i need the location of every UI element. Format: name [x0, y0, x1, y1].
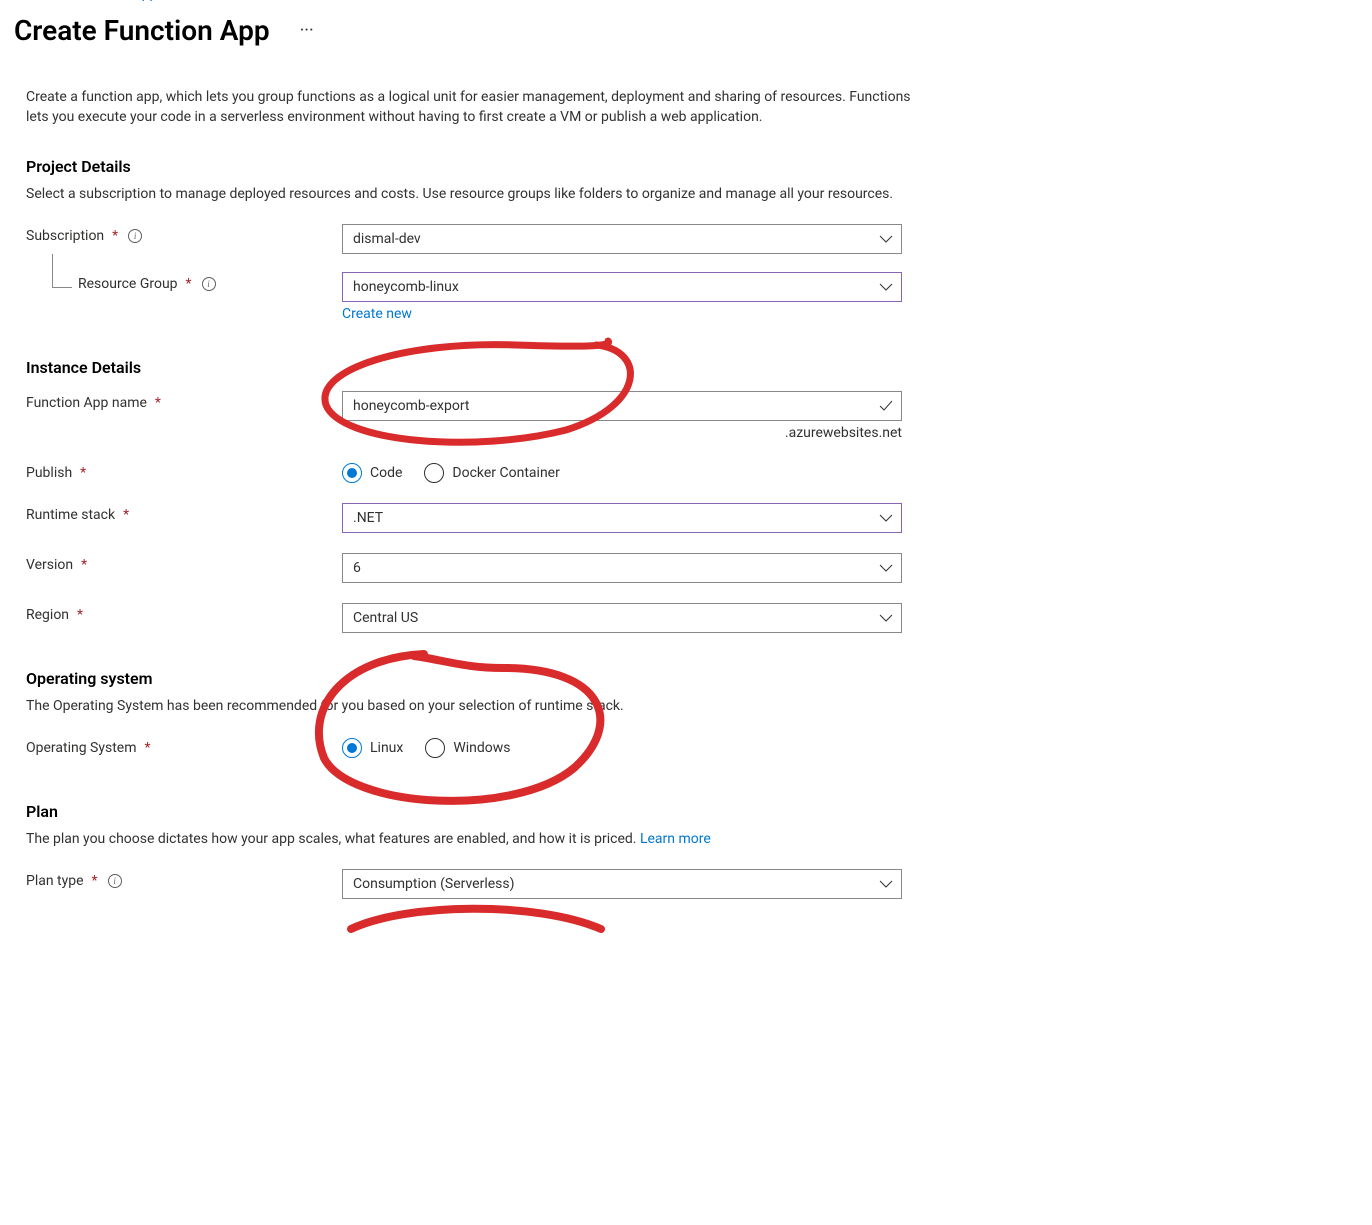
required-indicator: * — [92, 873, 98, 889]
section-project-details: Project Details — [26, 157, 914, 176]
publish-docker-label: Docker Container — [452, 465, 559, 481]
version-label: Version — [26, 557, 73, 573]
region-label: Region — [26, 607, 69, 623]
section-plan: Plan — [26, 802, 914, 821]
chevron-down-icon — [879, 611, 893, 625]
publish-radio-docker[interactable]: Docker Container — [424, 463, 559, 483]
check-icon — [879, 399, 893, 413]
runtime-stack-dropdown[interactable]: .NET — [342, 503, 902, 533]
breadcrumb-sep: > — [60, 0, 67, 2]
resource-group-dropdown[interactable]: honeycomb-linux — [342, 272, 902, 302]
required-indicator: * — [155, 395, 161, 411]
required-indicator: * — [80, 465, 86, 481]
chevron-down-icon — [879, 232, 893, 246]
learn-more-link[interactable]: Learn more — [640, 831, 711, 847]
required-indicator: * — [123, 507, 129, 523]
version-dropdown[interactable]: 6 — [342, 553, 902, 583]
page-title: Create Function App — [14, 14, 270, 47]
chevron-down-icon — [879, 280, 893, 294]
required-indicator: * — [145, 740, 151, 756]
chevron-down-icon — [879, 877, 893, 891]
function-app-name-label: Function App name — [26, 395, 147, 411]
subscription-dropdown[interactable]: dismal-dev — [342, 224, 902, 254]
annotation-circle — [326, 899, 616, 939]
function-app-name-value: honeycomb-export — [353, 398, 470, 414]
plan-type-dropdown[interactable]: Consumption (Serverless) — [342, 869, 902, 899]
region-dropdown[interactable]: Central US — [342, 603, 902, 633]
more-actions-button[interactable]: ··· — [294, 18, 320, 43]
domain-suffix: .azurewebsites.net — [342, 425, 902, 441]
intro-text: Create a function app, which lets you gr… — [26, 87, 914, 127]
runtime-stack-value: .NET — [353, 510, 383, 526]
chevron-down-icon — [879, 561, 893, 575]
required-indicator: * — [81, 557, 87, 573]
resource-group-value: honeycomb-linux — [353, 279, 459, 295]
create-new-link[interactable]: Create new — [342, 306, 412, 322]
tree-connector — [52, 254, 72, 288]
os-windows-label: Windows — [453, 740, 510, 756]
resource-group-label: Resource Group — [78, 276, 178, 292]
breadcrumb-sep: > — [165, 0, 172, 2]
plan-type-value: Consumption (Serverless) — [353, 876, 515, 892]
chevron-down-icon — [879, 511, 893, 525]
version-value: 6 — [353, 560, 361, 576]
subscription-label: Subscription — [26, 228, 104, 244]
publish-code-label: Code — [370, 465, 402, 481]
info-icon[interactable]: i — [202, 277, 216, 291]
publish-radio-code[interactable]: Code — [342, 463, 402, 483]
subscription-value: dismal-dev — [353, 231, 421, 247]
required-indicator: * — [186, 276, 192, 292]
required-indicator: * — [112, 228, 118, 244]
breadcrumb-home[interactable]: Home — [14, 0, 52, 2]
info-icon[interactable]: i — [128, 229, 142, 243]
plan-desc: The plan you choose dictates how your ap… — [26, 829, 914, 849]
section-operating-system: Operating system — [26, 669, 914, 688]
function-app-name-input[interactable]: honeycomb-export — [342, 391, 902, 421]
region-value: Central US — [353, 610, 418, 626]
os-radio-windows[interactable]: Windows — [425, 738, 510, 758]
required-indicator: * — [77, 607, 83, 623]
breadcrumb-function-app[interactable]: Function App — [75, 0, 157, 2]
section-instance-details: Instance Details — [26, 358, 914, 377]
os-linux-label: Linux — [370, 740, 403, 756]
os-label: Operating System — [26, 740, 137, 756]
os-desc: The Operating System has been recommende… — [26, 696, 914, 716]
info-icon[interactable]: i — [108, 874, 122, 888]
plan-type-label: Plan type — [26, 873, 84, 889]
publish-label: Publish — [26, 465, 72, 481]
os-radio-linux[interactable]: Linux — [342, 738, 403, 758]
project-details-desc: Select a subscription to manage deployed… — [26, 184, 914, 204]
runtime-stack-label: Runtime stack — [26, 507, 115, 523]
